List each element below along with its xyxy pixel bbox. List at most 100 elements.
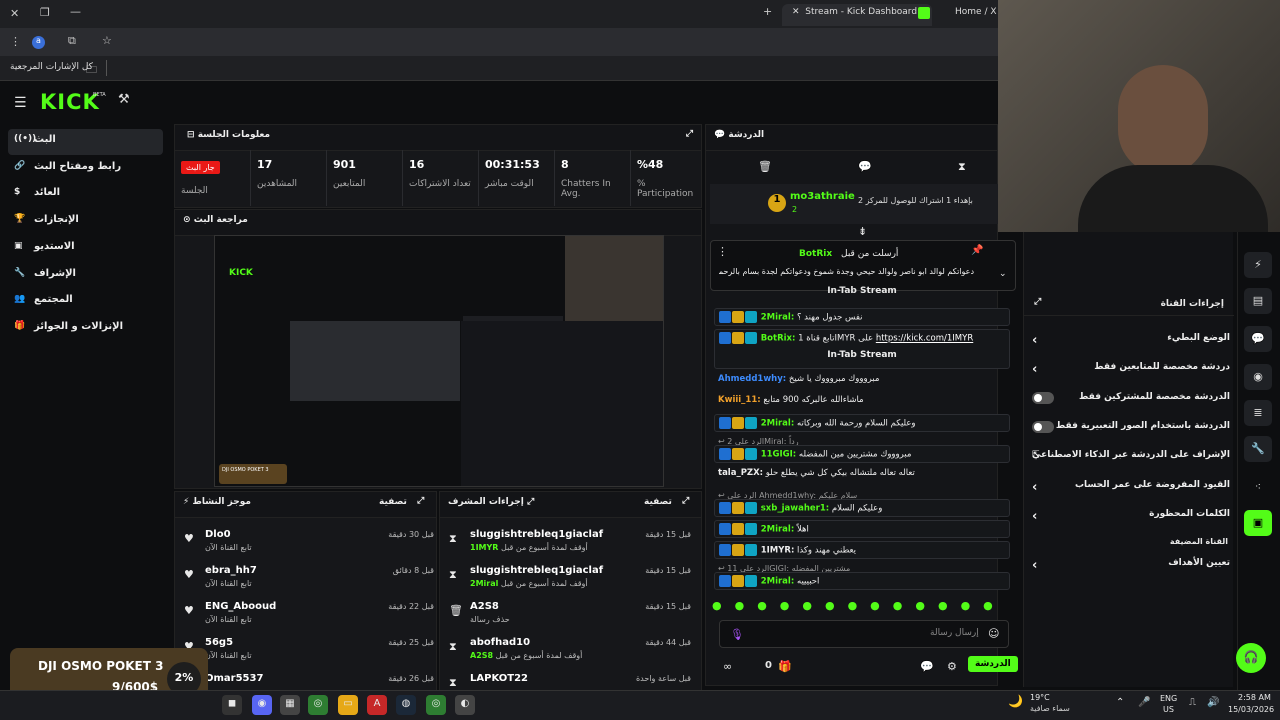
set-goals-row[interactable]: تعيين الأهداف › [1030, 558, 1230, 582]
menu-dots-icon[interactable]: ⋮ [10, 35, 21, 48]
sidebar-item-5[interactable]: 🔧 الإشراف [8, 263, 163, 289]
chat-username[interactable]: BotRix: [761, 334, 796, 344]
chat-link[interactable]: https://kick.com/1IMYR [876, 334, 973, 344]
channel-action-item[interactable]: الدردشة مخصصة للمشتركين فقط [1030, 391, 1230, 416]
gift-icon[interactable]: 🎁 [778, 660, 792, 673]
hourglass-icon[interactable]: ⧗ [958, 160, 966, 174]
chat-username[interactable]: 1IMYR: [761, 546, 795, 556]
region-code[interactable]: US [1163, 705, 1174, 714]
pin-icon[interactable]: ⚒ [118, 92, 130, 107]
close-window-icon[interactable]: ✕ [10, 7, 19, 20]
channel-action-item[interactable]: دردشة مخصصة للمتابعين فقط › [1030, 362, 1230, 386]
minimize-window-icon[interactable]: — [70, 5, 81, 18]
tray-chevron-icon[interactable]: ⌃ [1116, 697, 1124, 708]
restore-window-icon[interactable]: ❐ [40, 6, 50, 19]
chat-username[interactable]: 2Miral: [761, 313, 795, 323]
stream-video[interactable]: KICK DJI OSMO POKET 3 [214, 235, 664, 487]
mic-tray-icon[interactable]: 🎤 [1138, 697, 1150, 708]
mod-action-target[interactable]: A2S8 [470, 601, 499, 612]
activity-username[interactable]: ENG_Abooud [205, 601, 276, 612]
collapse-icon[interactable]: ⇟ [858, 225, 867, 238]
chat-username[interactable]: 2Miral: [761, 525, 795, 535]
more-icon[interactable]: ⋮ [717, 245, 728, 258]
channel-action-item[interactable]: الوضع البطيء › [1030, 333, 1230, 357]
pinned-username[interactable]: mo3athraie [790, 191, 855, 202]
chat-icon[interactable]: 💬 [858, 160, 872, 173]
sidebar-item-4[interactable]: ▣ الاستديو [8, 236, 163, 262]
channel-action-item[interactable]: الدردشة باستخدام الصور التعبيرية فقط [1030, 420, 1230, 445]
expand-icon[interactable]: ⤢ [686, 129, 693, 139]
infinity-icon[interactable]: ∞ [723, 660, 732, 673]
emote-bar[interactable]: ●●●●●●●●●●●●● [712, 599, 1012, 617]
chrome-active-icon[interactable]: ◎ [426, 695, 446, 715]
mod-action-by[interactable]: 1IMYR [470, 543, 498, 552]
mod-action-target[interactable]: sluggishtrebleq1giaclaf [470, 565, 603, 576]
mod-action-target[interactable]: abofhad10 [470, 637, 530, 648]
kick-logo[interactable]: KICK [40, 90, 100, 114]
sidebar-item-2[interactable]: $ العائد [8, 182, 163, 208]
tab-home-x[interactable]: Home / X [945, 4, 1000, 26]
clock-date[interactable]: 15/03/2026 [1228, 705, 1274, 714]
epic-games-icon[interactable]: ◼ [222, 695, 242, 715]
tab-kick-dashboard[interactable]: ✕ Stream - Kick Dashboard [782, 4, 932, 26]
mod-action-target[interactable]: sluggishtrebleq1giaclaf [470, 529, 603, 540]
gear-icon[interactable]: ⚙ [947, 660, 957, 673]
channel-action-item[interactable]: الإشراف على الدردشة عبر الذكاء الاصطناعي… [1030, 450, 1230, 474]
channel-action-item[interactable]: الكلمات المحظورة › [1030, 509, 1230, 533]
mod-action-target[interactable]: LAPKOT22 [470, 673, 528, 684]
chat-username[interactable]: 2Miral: [761, 577, 795, 587]
language-code[interactable]: ENG [1160, 694, 1177, 703]
all-bookmarks-link[interactable]: كل الإشارات المرجعية [10, 62, 93, 72]
sidebar-item-0[interactable]: ((•)) البث [8, 129, 163, 155]
sidebar-item-1[interactable]: 🔗 رابط ومفتاح البث [8, 156, 163, 182]
adobe-icon[interactable]: A [367, 695, 387, 715]
app-icon[interactable]: ▦ [280, 695, 300, 715]
chrome-icon[interactable]: ◎ [308, 695, 328, 715]
share-strip-icon[interactable]: ⁖ [1244, 474, 1272, 500]
mod-action-by[interactable]: A2S8 [470, 651, 493, 660]
obs-icon[interactable]: ◐ [455, 695, 475, 715]
pinned-bot-name[interactable]: BotRix [799, 249, 832, 259]
chat-strip-icon[interactable]: 💬 [1244, 326, 1272, 352]
document-strip-icon[interactable]: ▤ [1244, 288, 1272, 314]
kick-strip-icon[interactable]: ▣ [1244, 510, 1272, 536]
wrench-strip-icon[interactable]: 🔧 [1244, 436, 1272, 462]
chat-username[interactable]: Kwiii_11: [718, 395, 761, 405]
volume-icon[interactable]: 🔊 [1207, 697, 1219, 708]
chat-input[interactable]: 🎙 إرسال رسالة ☺ [719, 620, 1009, 648]
toggle-switch[interactable] [1032, 420, 1054, 433]
chat-username[interactable]: 11GIGI: [761, 450, 797, 460]
chat-username[interactable]: tala_PZX: [718, 468, 763, 478]
close-tab-icon[interactable]: ✕ [792, 7, 800, 17]
activity-username[interactable]: Omar5537 [205, 673, 263, 684]
activity-username[interactable]: Dlo0 [205, 529, 231, 540]
clock-time[interactable]: 2:58 AM [1238, 693, 1271, 702]
activity-filter-button[interactable]: تصفية [379, 497, 407, 507]
trash-icon[interactable]: 🗑 [758, 160, 772, 173]
sidebar-item-6[interactable]: 👥 المجتمع [8, 289, 163, 315]
steam-icon[interactable]: ◍ [396, 695, 416, 715]
mic-icon[interactable]: 🎙 [730, 628, 744, 641]
chat-username[interactable]: Ahmedd1why: [718, 374, 786, 384]
mod-filter-button[interactable]: تصفية [644, 497, 672, 507]
chat-username[interactable]: sxb_jawaher1: [761, 504, 829, 514]
chat-username[interactable]: 2Miral: [761, 419, 795, 429]
channel-action-item[interactable]: القيود المفروضة على عمر الحساب › [1030, 480, 1230, 504]
help-headset-icon[interactable]: 🎧 [1236, 643, 1266, 673]
chevron-down-icon[interactable]: ⌄ [999, 269, 1007, 279]
chat-settings-icon[interactable]: 💬 [920, 660, 934, 673]
file-explorer-icon[interactable]: ▭ [338, 695, 358, 715]
discord-icon[interactable]: ◉ [252, 695, 272, 715]
sidebar-item-3[interactable]: 🏆 الإنجازات [8, 209, 163, 235]
hamburger-menu-icon[interactable]: ☰ [14, 95, 27, 111]
bolt-strip-icon[interactable]: ⚡ [1244, 252, 1272, 278]
network-icon[interactable]: ⎍ [1189, 697, 1196, 708]
pin-icon[interactable]: 📌 [971, 245, 983, 256]
expand-icon[interactable]: ⤢ [682, 496, 689, 506]
expand-icon[interactable]: ⤢ [527, 497, 534, 507]
expand-icon[interactable]: ⤢ [1034, 297, 1041, 307]
activity-username[interactable]: ebra_hh7 [205, 565, 257, 576]
activity-username[interactable]: 56g5 [205, 637, 233, 648]
broadcast-strip-icon[interactable]: ◉ [1244, 364, 1272, 390]
layers-strip-icon[interactable]: ≣ [1244, 400, 1272, 426]
